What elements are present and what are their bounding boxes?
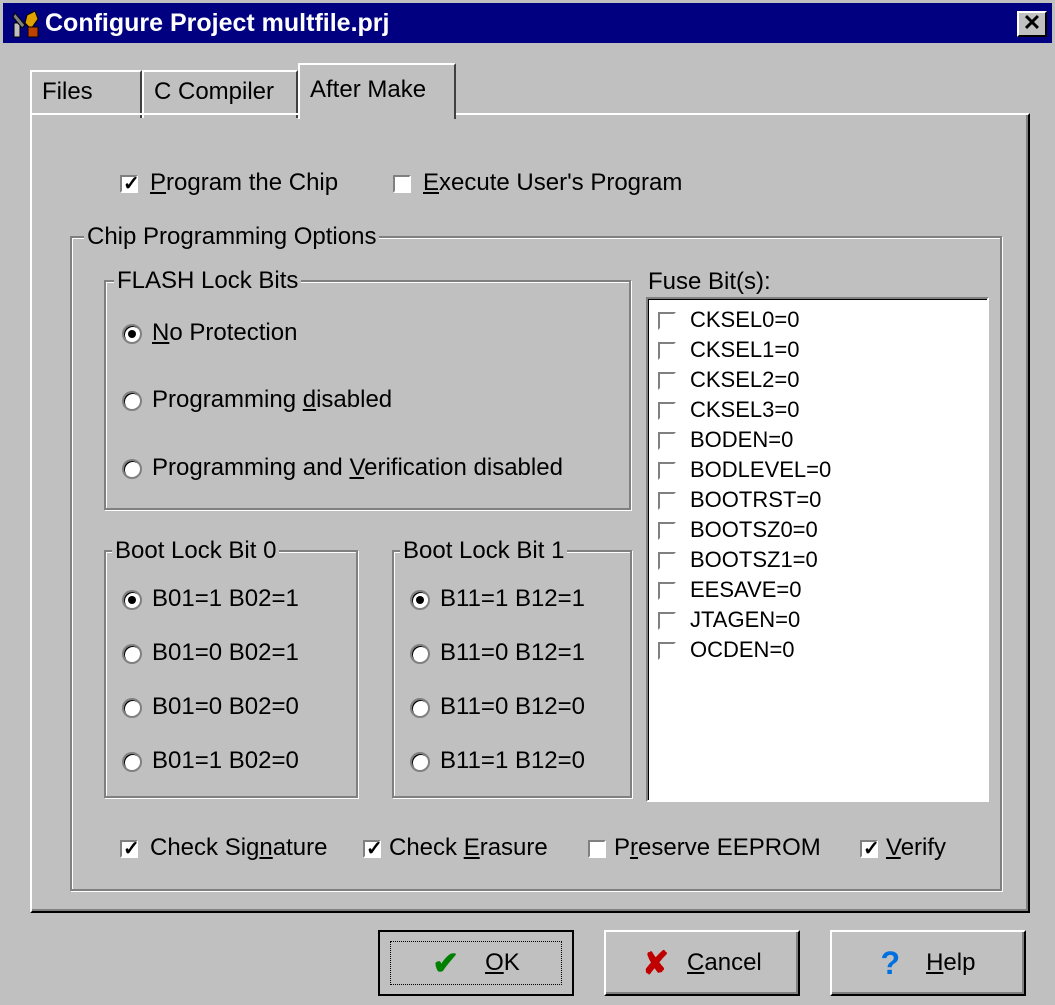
fuse-bit-label: BOOTSZ0=0 bbox=[690, 517, 818, 542]
fuse-bit-item[interactable]: BOOTSZ1=0 bbox=[658, 545, 818, 575]
radio-circle[interactable] bbox=[122, 643, 142, 664]
checkbox-box[interactable] bbox=[120, 169, 140, 199]
checkbox-label: xecute User's Program bbox=[439, 169, 683, 196]
fuse-bit-label: CKSEL3=0 bbox=[690, 397, 800, 422]
fuse-bit-label: OCDEN=0 bbox=[690, 637, 795, 662]
fuse-bit-item[interactable]: CKSEL2=0 bbox=[658, 365, 799, 395]
radio-circle[interactable] bbox=[122, 697, 142, 718]
button-label: Help bbox=[926, 949, 976, 976]
radio-b11-0-b12-1[interactable]: B11=0 B12=1 bbox=[410, 638, 585, 668]
checkbox-box[interactable] bbox=[860, 834, 880, 864]
group-title: FLASH Lock Bits bbox=[114, 267, 302, 295]
checkbox-box[interactable] bbox=[363, 834, 383, 864]
preserve-eeprom-checkbox[interactable]: Preserve EEPROM bbox=[588, 833, 821, 863]
help-button[interactable]: ? Help bbox=[830, 930, 1026, 996]
checkbox-box[interactable] bbox=[120, 834, 140, 864]
fuse-bit-label: CKSEL0=0 bbox=[690, 307, 800, 332]
fuse-bit-label: JTAGEN=0 bbox=[690, 607, 801, 632]
checkbox-box[interactable] bbox=[658, 342, 676, 361]
check-erasure-checkbox[interactable]: Check Erasure bbox=[363, 833, 548, 864]
radio-b01-0-b02-0[interactable]: B01=0 B02=0 bbox=[122, 692, 299, 722]
fuse-bit-label: BODLEVEL=0 bbox=[690, 457, 832, 482]
radio-b11-1-b12-1[interactable]: B11=1 B12=1 bbox=[410, 584, 585, 614]
radio-no-protection[interactable]: No Protection bbox=[122, 318, 297, 348]
radio-b01-0-b02-1[interactable]: B01=0 B02=1 bbox=[122, 638, 299, 668]
checkbox-box[interactable] bbox=[658, 522, 676, 541]
program-chip-checkbox[interactable]: Program the Chip bbox=[120, 168, 339, 199]
execute-program-checkbox[interactable]: Execute User's Program bbox=[393, 168, 682, 198]
checkbox-box[interactable] bbox=[658, 312, 676, 331]
radio-circle[interactable] bbox=[410, 697, 430, 718]
fuse-bit-item[interactable]: BOOTSZ0=0 bbox=[658, 515, 818, 545]
fuse-bit-item[interactable]: BODLEVEL=0 bbox=[658, 455, 831, 485]
radio-circle[interactable] bbox=[122, 458, 142, 479]
fuse-bit-label: BODEN=0 bbox=[690, 427, 794, 452]
question-icon: ? bbox=[880, 945, 901, 981]
button-label: Cancel bbox=[687, 949, 762, 976]
checkbox-box[interactable] bbox=[658, 552, 676, 571]
radio-b11-0-b12-0[interactable]: B11=0 B12=0 bbox=[410, 692, 585, 722]
radio-circle[interactable] bbox=[410, 751, 430, 772]
radio-programming-disabled[interactable]: Programming disabled bbox=[122, 385, 392, 415]
fuse-bit-item[interactable]: JTAGEN=0 bbox=[658, 605, 800, 635]
fuse-bit-label: CKSEL1=0 bbox=[690, 337, 800, 362]
check-signature-checkbox[interactable]: Check Signature bbox=[120, 833, 327, 864]
checkbox-box[interactable] bbox=[658, 582, 676, 601]
button-label: OK bbox=[485, 949, 520, 976]
radio-circle[interactable] bbox=[122, 589, 142, 610]
fuse-bits-list[interactable]: CKSEL0=0 CKSEL1=0 CKSEL2=0 CKSEL3=0 BODEN=0 B… bbox=[646, 297, 989, 802]
checkbox-box[interactable] bbox=[658, 492, 676, 511]
checkbox-box[interactable] bbox=[658, 372, 676, 391]
group-title: Boot Lock Bit 0 bbox=[112, 537, 280, 565]
fuse-bit-item[interactable]: CKSEL1=0 bbox=[658, 335, 799, 365]
radio-programming-verification-disabled[interactable]: Programming and Verification disabled bbox=[122, 453, 563, 483]
fuse-bit-item[interactable]: CKSEL3=0 bbox=[658, 395, 799, 425]
checkbox-box[interactable] bbox=[393, 174, 411, 193]
checkbox-label: rogram the Chip bbox=[166, 169, 339, 196]
checkbox-box[interactable] bbox=[588, 839, 606, 858]
fuse-bit-label: BOOTRST=0 bbox=[690, 487, 822, 512]
group-title: Chip Programming Options bbox=[84, 223, 380, 251]
group-title: Boot Lock Bit 1 bbox=[400, 537, 568, 565]
checkbox-box[interactable] bbox=[658, 402, 676, 421]
checkbox-box[interactable] bbox=[658, 462, 676, 481]
radio-circle[interactable] bbox=[410, 589, 430, 610]
check-icon: ✔ bbox=[432, 945, 460, 981]
radio-b01-1-b02-1[interactable]: B01=1 B02=1 bbox=[122, 584, 299, 614]
radio-circle[interactable] bbox=[122, 323, 142, 344]
cancel-button[interactable]: ✘ Cancel bbox=[604, 930, 800, 996]
checkbox-box[interactable] bbox=[658, 642, 676, 661]
radio-b11-1-b12-0[interactable]: B11=1 B12=0 bbox=[410, 746, 585, 776]
verify-checkbox[interactable]: Verify bbox=[860, 833, 946, 864]
fuse-bit-label: BOOTSZ1=0 bbox=[690, 547, 818, 572]
radio-circle[interactable] bbox=[122, 390, 142, 411]
checkbox-box[interactable] bbox=[658, 612, 676, 631]
fuse-bits-label: Fuse Bit(s): bbox=[648, 268, 771, 295]
fuse-bit-item[interactable]: BOOTRST=0 bbox=[658, 485, 821, 515]
fuse-bit-label: CKSEL2=0 bbox=[690, 367, 800, 392]
fuse-bit-item[interactable]: CKSEL0=0 bbox=[658, 305, 799, 335]
radio-b01-1-b02-0[interactable]: B01=1 B02=0 bbox=[122, 746, 299, 776]
x-icon: ✘ bbox=[642, 945, 670, 981]
fuse-bit-item[interactable]: BODEN=0 bbox=[658, 425, 793, 455]
fuse-bit-item[interactable]: OCDEN=0 bbox=[658, 635, 795, 665]
radio-circle[interactable] bbox=[122, 751, 142, 772]
radio-circle[interactable] bbox=[410, 643, 430, 664]
fuse-bit-item[interactable]: EESAVE=0 bbox=[658, 575, 802, 605]
ok-button[interactable]: ✔ OK bbox=[378, 930, 574, 996]
configure-project-dialog: Configure Project multfile.prj ✕ Files C… bbox=[0, 0, 1055, 1005]
fuse-bit-label: EESAVE=0 bbox=[690, 577, 802, 602]
checkbox-box[interactable] bbox=[658, 432, 676, 451]
